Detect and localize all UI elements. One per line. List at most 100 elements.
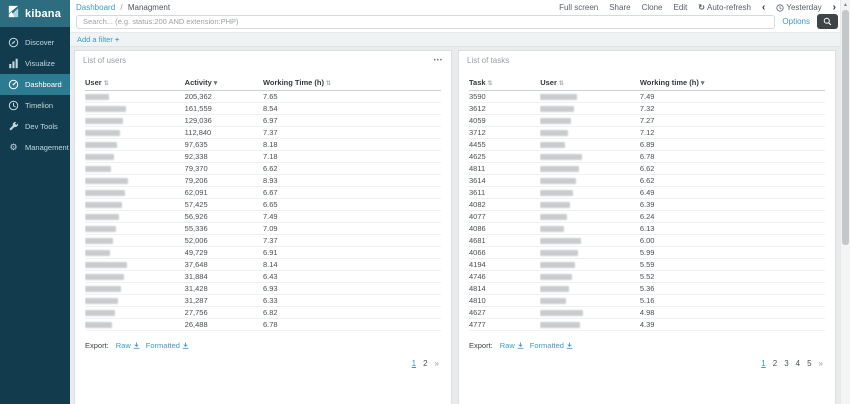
toolbar-clone-button[interactable]: Clone bbox=[642, 3, 663, 12]
table-row: 40665.99 bbox=[469, 247, 825, 259]
panel-header: List of tasks bbox=[459, 51, 835, 67]
column-header-working_time[interactable]: Working time (h)▾ bbox=[640, 76, 825, 91]
cell-working_time: 6.33 bbox=[263, 295, 441, 307]
scrollbar-thumb[interactable] bbox=[842, 10, 849, 245]
export-formatted-link[interactable]: Formatted bbox=[530, 341, 573, 350]
redacted-username bbox=[540, 262, 575, 268]
column-header-user[interactable]: User⇅ bbox=[85, 76, 185, 91]
cell-working_time: 6.82 bbox=[263, 307, 441, 319]
cell-working_time: 7.49 bbox=[263, 211, 441, 223]
page-next-link[interactable]: » bbox=[819, 359, 823, 368]
cell-user bbox=[85, 247, 185, 259]
page-3-link[interactable]: 3 bbox=[784, 359, 788, 368]
export-bar: Export: Raw Formatted bbox=[459, 331, 835, 350]
sidebar: kibana DiscoverVisualizeDashboardTimelio… bbox=[0, 0, 70, 404]
redacted-username bbox=[85, 298, 118, 304]
download-icon bbox=[182, 342, 189, 349]
export-label: Export: bbox=[469, 341, 493, 350]
cell-activity: 92,338 bbox=[185, 151, 263, 163]
export-formatted-link[interactable]: Formatted bbox=[146, 341, 189, 350]
cell-task: 4077 bbox=[469, 211, 540, 223]
cell-activity: 27,756 bbox=[185, 307, 263, 319]
panel-menu-ellipsis-icon[interactable]: ••• bbox=[434, 58, 443, 64]
page-2-link[interactable]: 2 bbox=[423, 359, 427, 368]
toolbar-auto-refresh-button[interactable]: ↻Auto-refresh bbox=[698, 3, 751, 12]
cell-task: 4810 bbox=[469, 295, 540, 307]
cell-user bbox=[540, 235, 640, 247]
page-4-link[interactable]: 4 bbox=[796, 359, 800, 368]
sidebar-item-dashboard[interactable]: Dashboard bbox=[0, 74, 70, 95]
cell-activity: 79,370 bbox=[185, 163, 263, 175]
export-links: Raw Formatted bbox=[500, 341, 579, 350]
cell-user bbox=[85, 127, 185, 139]
search-input[interactable] bbox=[76, 15, 775, 29]
sidebar-item-dev-tools[interactable]: Dev Tools bbox=[0, 116, 70, 137]
main-area: Dashboard / Managment Full screenShareCl… bbox=[70, 0, 850, 404]
cell-working_time: 6.13 bbox=[640, 223, 825, 235]
column-header-user[interactable]: User⇅ bbox=[540, 76, 640, 91]
cell-working_time: 5.16 bbox=[640, 295, 825, 307]
page-5-link[interactable]: 5 bbox=[807, 359, 811, 368]
export-raw-link[interactable]: Raw bbox=[116, 341, 140, 350]
breadcrumb-dashboard-link[interactable]: Dashboard bbox=[76, 3, 115, 12]
sidebar-item-visualize[interactable]: Visualize bbox=[0, 53, 70, 74]
page-1-link[interactable]: 1 bbox=[761, 359, 765, 368]
options-link[interactable]: Options bbox=[782, 17, 810, 26]
cell-user bbox=[85, 223, 185, 235]
cell-working_time: 6.43 bbox=[263, 271, 441, 283]
toolbar-share-button[interactable]: Share bbox=[609, 3, 630, 12]
cell-user bbox=[540, 307, 640, 319]
cell-user bbox=[85, 271, 185, 283]
time-picker-button[interactable]: Yesterday bbox=[776, 3, 821, 12]
column-header-activity[interactable]: Activity▾ bbox=[185, 76, 263, 91]
cell-task: 4455 bbox=[469, 139, 540, 151]
cell-working_time: 7.65 bbox=[263, 91, 441, 103]
page-1-link[interactable]: 1 bbox=[412, 359, 416, 368]
scroll-up-arrow-icon[interactable]: ▲ bbox=[841, 0, 850, 10]
cell-user bbox=[540, 139, 640, 151]
cell-task: 4777 bbox=[469, 319, 540, 331]
cell-working_time: 6.62 bbox=[640, 163, 825, 175]
time-picker-label: Yesterday bbox=[786, 3, 821, 12]
toolbar-label: Share bbox=[609, 3, 630, 12]
dashboard-toolbar: Full screen Share Clone Edit ↻Auto-refresh ‹ Y… bbox=[559, 3, 836, 13]
table-row: 31,8846.43 bbox=[85, 271, 441, 283]
cell-activity: 112,840 bbox=[185, 127, 263, 139]
toolbar-label: Clone bbox=[642, 3, 663, 12]
sort-icon: ▾ bbox=[214, 80, 218, 87]
page-2-link[interactable]: 2 bbox=[773, 359, 777, 368]
sidebar-item-discover[interactable]: Discover bbox=[0, 32, 70, 53]
search-button[interactable] bbox=[817, 14, 838, 29]
page-next-link[interactable]: » bbox=[435, 359, 439, 368]
add-filter-link[interactable]: Add a filter+ bbox=[77, 35, 119, 44]
kibana-logo[interactable]: kibana bbox=[0, 0, 70, 27]
export-label: Export: bbox=[85, 341, 109, 350]
sidebar-item-timelion[interactable]: Timelion bbox=[0, 95, 70, 116]
time-back-button[interactable]: ‹ bbox=[762, 3, 765, 13]
cell-working_time: 8.18 bbox=[263, 139, 441, 151]
sidebar-item-management[interactable]: ⚙Management bbox=[0, 137, 70, 158]
redacted-username bbox=[540, 142, 565, 148]
column-header-task[interactable]: Task⇅ bbox=[469, 76, 540, 91]
redacted-username bbox=[540, 322, 580, 328]
users-table-wrap: User⇅Activity▾Working Time (h)⇅ 205,3627… bbox=[75, 67, 451, 331]
sidebar-item-label: Dev Tools bbox=[25, 122, 58, 131]
cell-activity: 129,036 bbox=[185, 115, 263, 127]
page-scrollbar[interactable]: ▲ bbox=[840, 0, 850, 404]
export-raw-link[interactable]: Raw bbox=[500, 341, 524, 350]
cell-working_time: 7.12 bbox=[640, 127, 825, 139]
cell-user bbox=[85, 235, 185, 247]
cell-task: 4194 bbox=[469, 259, 540, 271]
toolbar-full-screen-button[interactable]: Full screen bbox=[559, 3, 598, 12]
cell-working_time: 6.78 bbox=[640, 151, 825, 163]
column-header-working_time[interactable]: Working Time (h)⇅ bbox=[263, 76, 441, 91]
cell-user bbox=[85, 199, 185, 211]
sort-icon: ⇅ bbox=[559, 81, 564, 87]
topbar: Dashboard / Managment Full screenShareCl… bbox=[70, 0, 850, 12]
cell-user bbox=[85, 103, 185, 115]
time-forward-button[interactable]: › bbox=[833, 3, 836, 13]
table-row: 48145.36 bbox=[469, 283, 825, 295]
sidebar-item-label: Management bbox=[25, 143, 69, 152]
cell-task: 4059 bbox=[469, 115, 540, 127]
toolbar-edit-button[interactable]: Edit bbox=[673, 3, 687, 12]
